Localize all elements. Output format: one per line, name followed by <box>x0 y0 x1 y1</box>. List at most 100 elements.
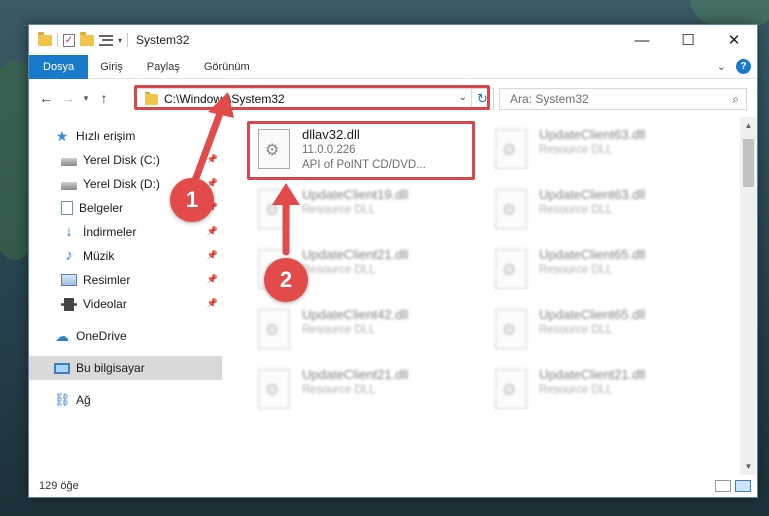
new-folder-icon[interactable] <box>80 31 94 46</box>
customize-dropdown-icon[interactable]: ▾ <box>118 36 122 45</box>
file-name: UpdateClient21.dll <box>302 247 409 262</box>
file-item[interactable]: UpdateClient65.dll Resource DLL <box>487 303 712 361</box>
file-description: Resource DLL <box>539 384 613 396</box>
file-description: Resource DLL <box>539 324 613 336</box>
videos-icon <box>61 297 77 311</box>
dll-file-icon <box>258 189 290 229</box>
sidebar-item-label: Belgeler <box>79 201 124 215</box>
dll-file-icon <box>258 369 290 409</box>
search-box[interactable]: Ara: System32 ⌕ <box>499 88 747 110</box>
step-badge-2: 2 <box>264 258 308 302</box>
maximize-button[interactable]: ☐ <box>665 25 711 55</box>
file-item[interactable]: UpdateClient19.dll Resource DLL <box>250 183 475 241</box>
music-icon: ♪ <box>65 247 73 264</box>
dll-file-icon <box>495 129 527 169</box>
dll-file-icon <box>495 249 527 289</box>
scroll-down-icon[interactable]: ▼ <box>740 458 757 475</box>
step-badge-1: 1 <box>170 178 214 222</box>
sidebar-item-this-pc[interactable]: Bu bilgisayar <box>29 356 222 380</box>
tiles-view-icon[interactable] <box>735 480 751 492</box>
ribbon-tabs: Dosya Giriş Paylaş Görünüm ⌄ ? <box>29 54 757 79</box>
sidebar-item-network[interactable]: ⛓ Ağ <box>29 388 222 412</box>
sidebar-item-label: Bu bilgisayar <box>76 361 145 375</box>
minimize-button[interactable]: — <box>619 25 665 55</box>
file-item[interactable]: UpdateClient65.dll Resource DLL <box>487 243 712 301</box>
folder-icon <box>38 31 52 46</box>
tab-view[interactable]: Görünüm <box>192 55 262 79</box>
file-description: Resource DLL <box>302 324 376 336</box>
network-icon: ⛓ <box>54 392 71 407</box>
close-button[interactable]: ✕ <box>711 25 757 55</box>
search-placeholder: Ara: System32 <box>510 92 589 106</box>
item-count: 129 öğe <box>39 480 79 492</box>
pin-icon[interactable]: 📌 <box>207 274 218 285</box>
quick-access-toolbar: ✓ ▾ <box>29 31 129 47</box>
sidebar-item-videos[interactable]: Videolar 📌 <box>29 292 222 316</box>
tab-share[interactable]: Paylaş <box>135 55 192 79</box>
tab-file[interactable]: Dosya <box>29 54 89 79</box>
downloads-icon: ↓ <box>65 223 73 240</box>
file-name: UpdateClient19.dll <box>302 187 409 202</box>
sidebar-item-label: Hızlı erişim <box>76 129 136 143</box>
ribbon-controls: ⌄ ? <box>717 59 751 74</box>
file-name: UpdateClient63.dll <box>539 127 646 142</box>
back-arrow-icon[interactable]: ← <box>35 90 57 106</box>
sidebar-item-music[interactable]: ♪ Müzik 📌 <box>29 244 222 268</box>
sidebar-item-pictures[interactable]: Resimler 📌 <box>29 268 222 292</box>
file-item[interactable]: UpdateClient63.dll Resource DLL <box>487 183 712 241</box>
sidebar-item-quick-access[interactable]: ★ Hızlı erişim <box>29 124 222 148</box>
pin-icon[interactable]: 📌 <box>207 154 218 165</box>
documents-icon <box>61 201 73 215</box>
toolbar-divider <box>127 33 129 47</box>
expand-ribbon-icon[interactable]: ⌄ <box>717 60 726 73</box>
dll-file-icon <box>258 309 290 349</box>
pin-icon[interactable]: 📌 <box>207 226 218 237</box>
properties-icon[interactable] <box>99 34 113 46</box>
file-description: Resource DLL <box>302 204 376 216</box>
pin-icon[interactable]: 📌 <box>207 298 218 309</box>
cloud-icon: ☁ <box>55 328 69 344</box>
window-title: System32 <box>136 33 190 47</box>
properties-checkmark-icon[interactable]: ✓ <box>63 33 75 47</box>
file-item[interactable]: UpdateClient63.dll Resource DLL <box>487 123 712 181</box>
computer-icon <box>54 362 70 374</box>
vertical-scrollbar[interactable]: ▲ ▼ <box>740 117 757 475</box>
sidebar-item-label: Yerel Disk (D:) <box>83 177 160 191</box>
file-name: UpdateClient21.dll <box>539 367 646 382</box>
file-description: Resource DLL <box>539 204 613 216</box>
pictures-icon <box>61 274 77 286</box>
navigation-pane: ★ Hızlı erişim Yerel Disk (C:) 📌 Yerel D… <box>29 117 222 475</box>
dll-file-icon <box>495 369 527 409</box>
status-bar: 129 öğe <box>29 475 757 497</box>
sidebar-item-label: Müzik <box>83 249 115 263</box>
pin-icon[interactable]: 📌 <box>207 250 218 261</box>
sidebar-item-local-disk-c[interactable]: Yerel Disk (C:) 📌 <box>29 148 222 172</box>
file-description: Resource DLL <box>302 264 376 276</box>
sidebar-item-onedrive[interactable]: ☁ OneDrive <box>29 324 222 348</box>
file-item[interactable]: UpdateClient42.dll Resource DLL <box>250 303 475 361</box>
file-name: UpdateClient21.dll <box>302 367 409 382</box>
recent-locations-icon[interactable]: ▾ <box>79 93 93 104</box>
dll-file-icon <box>495 309 527 349</box>
file-description: Resource DLL <box>539 264 613 276</box>
search-icon[interactable]: ⌕ <box>732 92 739 107</box>
help-icon[interactable]: ? <box>736 59 751 74</box>
tab-home[interactable]: Giriş <box>88 55 135 79</box>
file-description: Resource DLL <box>539 144 613 156</box>
scrollbar-thumb[interactable] <box>743 139 754 187</box>
file-item[interactable]: UpdateClient21.dll Resource DLL <box>250 363 475 421</box>
file-description: Resource DLL <box>302 384 376 396</box>
drive-icon <box>61 157 77 166</box>
title-bar: ✓ ▾ System32 — ☐ ✕ <box>29 25 757 55</box>
scroll-up-icon[interactable]: ▲ <box>740 117 757 134</box>
up-arrow-icon[interactable]: ↑ <box>93 90 115 106</box>
details-view-icon[interactable] <box>715 480 731 492</box>
file-item[interactable]: UpdateClient21.dll Resource DLL <box>487 363 712 421</box>
explorer-window: ✓ ▾ System32 — ☐ ✕ Dosya Giriş Paylaş Gö… <box>28 24 758 498</box>
file-highlight-box <box>247 121 475 180</box>
forward-arrow-icon[interactable]: → <box>57 90 79 106</box>
sidebar-item-downloads[interactable]: ↓ İndirmeler 📌 <box>29 220 222 244</box>
